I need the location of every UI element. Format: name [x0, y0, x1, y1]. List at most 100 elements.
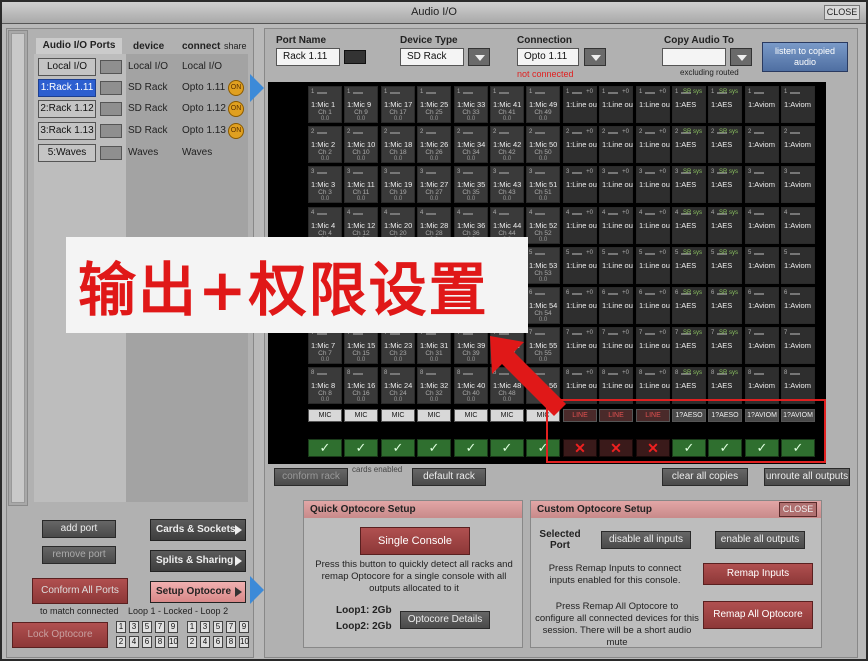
share-icon[interactable]: ON — [228, 101, 244, 117]
channel-cell[interactable]: 3 1:Line ou +0 — [636, 166, 670, 203]
card-enabled-check-icon[interactable]: ✓ — [417, 439, 451, 457]
channel-cell[interactable]: 4 1:AES SR sys — [708, 207, 742, 244]
channel-cell[interactable]: 3 1:Aviom — [745, 166, 779, 203]
channel-cell[interactable]: 2 1:Line ou +0 — [599, 126, 633, 163]
device-type-select[interactable]: SD Rack — [400, 48, 464, 66]
channel-cell[interactable]: 4 1:Aviom — [781, 207, 815, 244]
channel-cell[interactable]: 5 1:AES SR sys — [672, 247, 706, 284]
channel-cell[interactable]: 1 1:Mic 33 Ch 33 0.0 — [454, 86, 488, 123]
remove-port-button[interactable]: remove port — [42, 546, 116, 564]
copy-audio-dropdown-icon[interactable] — [730, 48, 752, 66]
port-row[interactable]: 3:Rack 1.13 SD Rack Opto 1.13 ON — [36, 121, 246, 141]
channel-cell[interactable]: 3 1:Mic 19 Ch 19 0.0 — [381, 166, 415, 203]
channel-cell[interactable]: 3 1:Line ou +0 — [599, 166, 633, 203]
close-button[interactable]: CLOSE — [824, 5, 860, 20]
port-toggle[interactable] — [100, 102, 122, 116]
connection-select[interactable]: Opto 1.11 — [517, 48, 579, 66]
optocore-details-button[interactable]: Optocore Details — [400, 611, 490, 629]
channel-cell[interactable]: 5 1:AES SR sys — [708, 247, 742, 284]
channel-cell[interactable]: 4 1:Line ou +0 — [599, 207, 633, 244]
channel-cell[interactable]: 1 1:Line ou +0 — [636, 86, 670, 123]
channel-cell[interactable]: 1 1:AES SR sys — [672, 86, 706, 123]
channel-cell[interactable]: 1 1:Line ou +0 — [599, 86, 633, 123]
channel-cell[interactable]: 2 1:Mic 18 Ch 18 0.0 — [381, 126, 415, 163]
conform-all-ports-button[interactable]: Conform All Ports — [32, 578, 128, 604]
channel-cell[interactable]: 3 1:Mic 11 Ch 11 0.0 — [344, 166, 378, 203]
enable-all-outputs-button[interactable]: enable all outputs — [715, 531, 805, 549]
channel-cell[interactable]: 1 1:Aviom — [745, 86, 779, 123]
channel-cell[interactable]: 6 1:Line ou +0 — [563, 287, 597, 324]
remap-all-optocore-button[interactable]: Remap All Optocore — [703, 601, 813, 629]
channel-cell[interactable]: 6 1:AES SR sys — [708, 287, 742, 324]
add-port-button[interactable]: add port — [42, 520, 116, 538]
channel-cell[interactable]: 4 1:Line ou +0 — [563, 207, 597, 244]
channel-cell[interactable]: 2 1:Mic 26 Ch 26 0.0 — [417, 126, 451, 163]
channel-cell[interactable]: 5 1:Line ou +0 — [636, 247, 670, 284]
port-toggle[interactable] — [100, 81, 122, 95]
channel-cell[interactable]: 4 1:Line ou +0 — [636, 207, 670, 244]
channel-cell[interactable]: 3 1:Mic 3 Ch 3 0.0 — [308, 166, 342, 203]
port-name-button[interactable]: 2:Rack 1.12 — [38, 100, 96, 118]
port-row[interactable]: 1:Rack 1.11 SD Rack Opto 1.11 ON — [36, 78, 246, 98]
card-type-button[interactable]: MIC — [308, 409, 342, 422]
channel-cell[interactable]: 2 1:Line ou +0 — [636, 126, 670, 163]
channel-cell[interactable]: 1 1:Mic 1 Ch 1 0.0 — [308, 86, 342, 123]
channel-cell[interactable]: 1 1:Mic 41 Ch 41 0.0 — [490, 86, 524, 123]
channel-cell[interactable]: 3 1:Mic 43 Ch 43 0.0 — [490, 166, 524, 203]
channel-cell[interactable]: 5 1:Line ou +0 — [563, 247, 597, 284]
channel-cell[interactable]: 1 1:AES SR sys — [708, 86, 742, 123]
channel-cell[interactable]: 2 1:Mic 42 Ch 42 0.0 — [490, 126, 524, 163]
channel-cell[interactable]: 3 1:Aviom — [781, 166, 815, 203]
port-name-field[interactable]: Rack 1.11 — [276, 48, 340, 66]
cards-sockets-button[interactable]: Cards & Sockets — [150, 519, 246, 541]
port-toggle[interactable] — [100, 146, 122, 160]
card-enabled-check-icon[interactable]: ✓ — [490, 439, 524, 457]
splits-sharing-button[interactable]: Splits & Sharing — [150, 550, 246, 572]
channel-cell[interactable]: 1 1:Aviom — [781, 86, 815, 123]
channel-cell[interactable]: 8 1:Mic 32 Ch 32 0.0 — [417, 367, 451, 404]
channel-cell[interactable]: 2 1:Mic 34 Ch 34 0.0 — [454, 126, 488, 163]
channel-cell[interactable]: 5 1:Mic 53 Ch 53 0.0 — [526, 247, 560, 284]
channel-cell[interactable]: 7 1:Aviom — [745, 327, 779, 364]
card-enabled-check-icon[interactable]: ✓ — [344, 439, 378, 457]
keyboard-icon[interactable] — [344, 50, 366, 64]
channel-cell[interactable]: 7 1:Line ou +0 — [599, 327, 633, 364]
channel-cell[interactable]: 5 1:Aviom — [781, 247, 815, 284]
remap-inputs-button[interactable]: Remap Inputs — [703, 563, 813, 585]
copy-audio-select[interactable] — [662, 48, 726, 66]
channel-cell[interactable]: 2 1:Mic 10 Ch 10 0.0 — [344, 126, 378, 163]
channel-cell[interactable]: 7 1:AES SR sys — [708, 327, 742, 364]
channel-cell[interactable]: 1 1:Line ou +0 — [563, 86, 597, 123]
conform-rack-button[interactable]: conform rack — [274, 468, 348, 486]
channel-cell[interactable]: 3 1:AES SR sys — [672, 166, 706, 203]
port-name-button[interactable]: 5:Waves — [38, 144, 96, 162]
channel-cell[interactable]: 6 1:Mic 54 Ch 54 0.0 — [526, 287, 560, 324]
card-type-button[interactable]: MIC — [381, 409, 415, 422]
card-enabled-check-icon[interactable]: ✓ — [381, 439, 415, 457]
card-enabled-check-icon[interactable]: ✓ — [454, 439, 488, 457]
channel-cell[interactable]: 6 1:AES SR sys — [672, 287, 706, 324]
connection-dropdown-icon[interactable] — [584, 48, 606, 66]
channel-cell[interactable]: 7 1:AES SR sys — [672, 327, 706, 364]
channel-cell[interactable]: 4 1:AES SR sys — [672, 207, 706, 244]
channel-cell[interactable]: 2 1:Line ou +0 — [563, 126, 597, 163]
port-name-button[interactable]: Local I/O — [38, 58, 96, 76]
unroute-all-outputs-button[interactable]: unroute all outputs — [764, 468, 850, 486]
channel-cell[interactable]: 8 1:Mic 8 Ch 8 0.0 — [308, 367, 342, 404]
channel-cell[interactable]: 6 1:Line ou +0 — [599, 287, 633, 324]
channel-cell[interactable]: 3 1:AES SR sys — [708, 166, 742, 203]
port-row[interactable]: Local I/O Local I/O Local I/O — [36, 57, 246, 77]
channel-cell[interactable]: 3 1:Mic 51 Ch 51 0.0 — [526, 166, 560, 203]
channel-cell[interactable]: 2 1:AES SR sys — [708, 126, 742, 163]
left-scrollbar[interactable] — [8, 30, 28, 506]
listen-copied-audio-button[interactable]: listen to copied audio — [762, 42, 848, 72]
channel-cell[interactable]: 2 1:Mic 2 Ch 2 0.0 — [308, 126, 342, 163]
port-row[interactable]: 5:Waves Waves Waves — [36, 143, 246, 163]
channel-cell[interactable]: 1 1:Mic 25 Ch 25 0.0 — [417, 86, 451, 123]
lock-optocore-button[interactable]: Lock Optocore — [12, 622, 108, 648]
card-type-button[interactable]: MIC — [344, 409, 378, 422]
channel-cell[interactable]: 1 1:Mic 49 Ch 49 0.0 — [526, 86, 560, 123]
channel-cell[interactable]: 7 1:Line ou +0 — [636, 327, 670, 364]
channel-cell[interactable]: 7 1:Aviom — [781, 327, 815, 364]
share-icon[interactable]: ON — [228, 80, 244, 96]
